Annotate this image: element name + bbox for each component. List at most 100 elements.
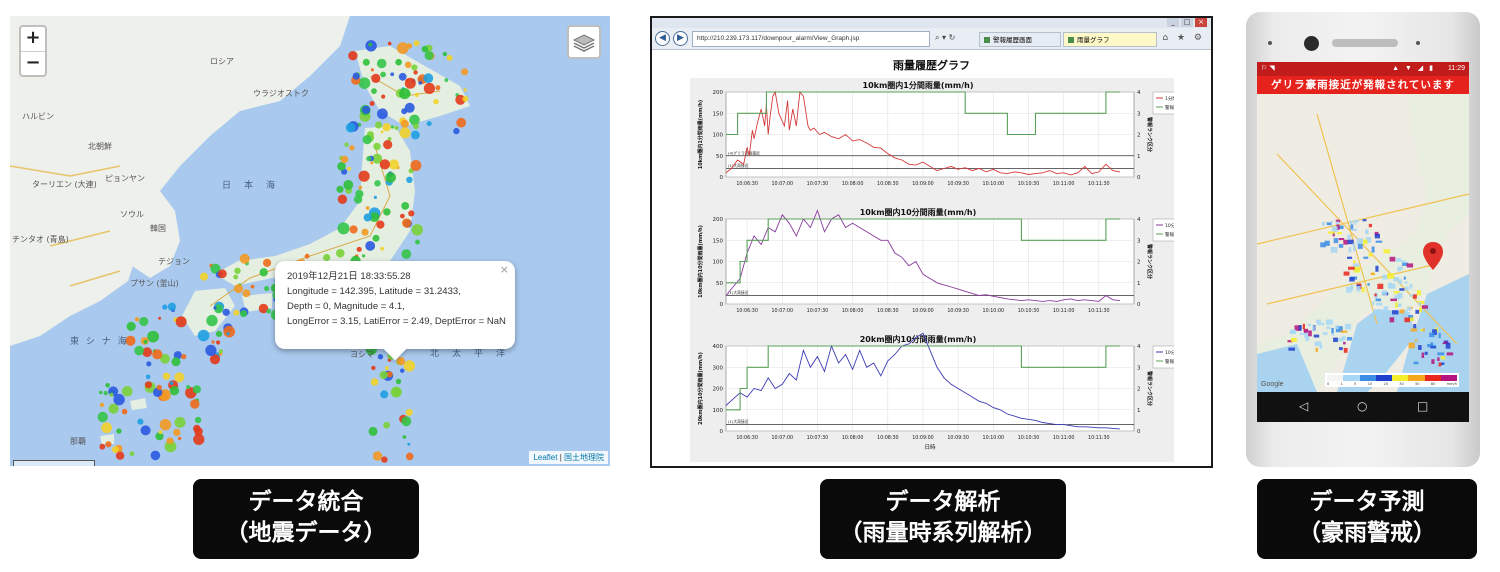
quake-dot[interactable] <box>345 122 356 133</box>
quake-dot[interactable] <box>400 119 409 128</box>
quake-dot[interactable] <box>304 253 310 259</box>
quake-dot[interactable] <box>400 213 405 219</box>
quake-dot[interactable] <box>175 316 187 328</box>
quake-dot[interactable] <box>414 92 419 97</box>
quake-dot[interactable] <box>213 306 217 310</box>
quake-dot[interactable] <box>368 426 378 436</box>
quake-dot[interactable] <box>380 71 386 78</box>
quake-dot[interactable] <box>194 416 202 424</box>
quake-dot[interactable] <box>370 161 374 165</box>
quake-dot[interactable] <box>376 220 385 229</box>
quake-dot[interactable] <box>413 70 418 75</box>
layers-button[interactable] <box>567 25 601 59</box>
quake-dot[interactable] <box>337 162 346 171</box>
quake-dot[interactable] <box>197 329 210 342</box>
quake-dot[interactable] <box>264 285 270 292</box>
quake-dot[interactable] <box>392 387 401 396</box>
quake-dot[interactable] <box>215 330 223 337</box>
rain-radar-map[interactable] <box>1257 94 1469 392</box>
quake-dot[interactable] <box>362 58 370 66</box>
quake-dot[interactable] <box>206 314 218 327</box>
quake-dot[interactable] <box>423 82 435 94</box>
quake-dot[interactable] <box>401 202 410 210</box>
quake-dot[interactable] <box>383 140 393 150</box>
quake-dot[interactable] <box>453 127 460 135</box>
quake-dot[interactable] <box>177 436 182 441</box>
quake-dot[interactable] <box>162 304 168 310</box>
quake-dot[interactable] <box>190 399 200 409</box>
quake-dot[interactable] <box>369 101 375 106</box>
quake-dot[interactable] <box>349 145 355 151</box>
quake-dot[interactable] <box>337 222 350 235</box>
quake-dot[interactable] <box>234 284 243 294</box>
quake-dot[interactable] <box>222 308 230 316</box>
quake-dot[interactable] <box>408 210 415 217</box>
quake-dot[interactable] <box>108 403 119 414</box>
home-button[interactable]: ○ <box>1357 399 1367 413</box>
quake-dot[interactable] <box>418 81 423 85</box>
quake-dot[interactable] <box>171 357 181 367</box>
quake-dot[interactable] <box>353 195 363 204</box>
quake-dot[interactable] <box>134 317 140 322</box>
quake-dot[interactable] <box>362 105 371 114</box>
quake-dot[interactable] <box>376 58 387 69</box>
close-window-button[interactable]: × <box>1195 18 1207 27</box>
quake-dot[interactable] <box>368 42 373 47</box>
quake-dot[interactable] <box>402 435 407 439</box>
quake-dot[interactable] <box>396 42 409 55</box>
quake-dot[interactable] <box>381 94 386 99</box>
quake-dot[interactable] <box>403 360 416 372</box>
quake-dot[interactable] <box>145 374 151 380</box>
quake-dot[interactable] <box>404 77 416 89</box>
guerrilla-rain-alert[interactable]: ゲリラ豪雨接近が発報されています <box>1257 76 1469 94</box>
minimize-button[interactable]: _ <box>1167 18 1179 27</box>
quake-dot[interactable] <box>362 135 372 145</box>
quake-dot[interactable] <box>373 142 381 151</box>
quake-dot[interactable] <box>446 54 453 61</box>
quake-dot[interactable] <box>399 88 411 100</box>
quake-dot[interactable] <box>396 357 406 366</box>
quake-dot[interactable] <box>383 421 390 429</box>
quake-dot[interactable] <box>371 88 377 94</box>
quake-dot[interactable] <box>382 123 391 132</box>
quake-dot[interactable] <box>399 127 411 139</box>
quake-dot[interactable] <box>242 289 251 298</box>
quake-dot[interactable] <box>99 402 105 408</box>
quake-dot[interactable] <box>394 125 399 130</box>
quake-dot[interactable] <box>358 77 371 89</box>
quake-dot[interactable] <box>415 239 420 245</box>
quake-dot[interactable] <box>410 160 422 171</box>
quake-dot[interactable] <box>411 130 420 140</box>
quake-dot[interactable] <box>105 383 110 388</box>
quake-dot[interactable] <box>174 416 186 428</box>
quake-dot[interactable] <box>371 73 381 83</box>
quake-dot[interactable] <box>372 234 380 242</box>
quake-dot[interactable] <box>356 246 362 252</box>
quake-dot[interactable] <box>358 170 370 182</box>
quake-dot[interactable] <box>250 284 255 289</box>
quake-dot[interactable] <box>366 156 372 162</box>
quake-dot[interactable] <box>174 372 185 383</box>
zoom-out-button[interactable]: − <box>21 51 45 75</box>
quake-dot[interactable] <box>374 180 381 187</box>
quake-dot[interactable] <box>411 224 423 236</box>
quake-dot[interactable] <box>380 130 384 134</box>
quake-dot[interactable] <box>137 418 144 425</box>
address-bar[interactable]: http://210.239.173.117/downpour_alarm/Vi… <box>692 31 930 47</box>
quake-dot[interactable] <box>139 316 149 327</box>
quake-dot[interactable] <box>156 384 162 391</box>
quake-dot[interactable] <box>336 185 344 193</box>
quake-dot[interactable] <box>337 194 348 204</box>
quake-dot[interactable] <box>109 392 114 397</box>
quake-dot[interactable] <box>411 64 418 71</box>
quake-dot[interactable] <box>380 246 385 251</box>
quake-dot[interactable] <box>336 248 345 258</box>
quake-dot[interactable] <box>216 340 221 345</box>
quake-dot[interactable] <box>348 51 358 61</box>
quake-dot[interactable] <box>169 386 180 396</box>
quake-dot[interactable] <box>143 339 148 344</box>
quake-dot[interactable] <box>456 117 467 128</box>
quake-dot[interactable] <box>99 443 106 450</box>
quake-dot[interactable] <box>365 206 370 210</box>
gsi-link[interactable]: 国土地理院 <box>564 453 604 462</box>
